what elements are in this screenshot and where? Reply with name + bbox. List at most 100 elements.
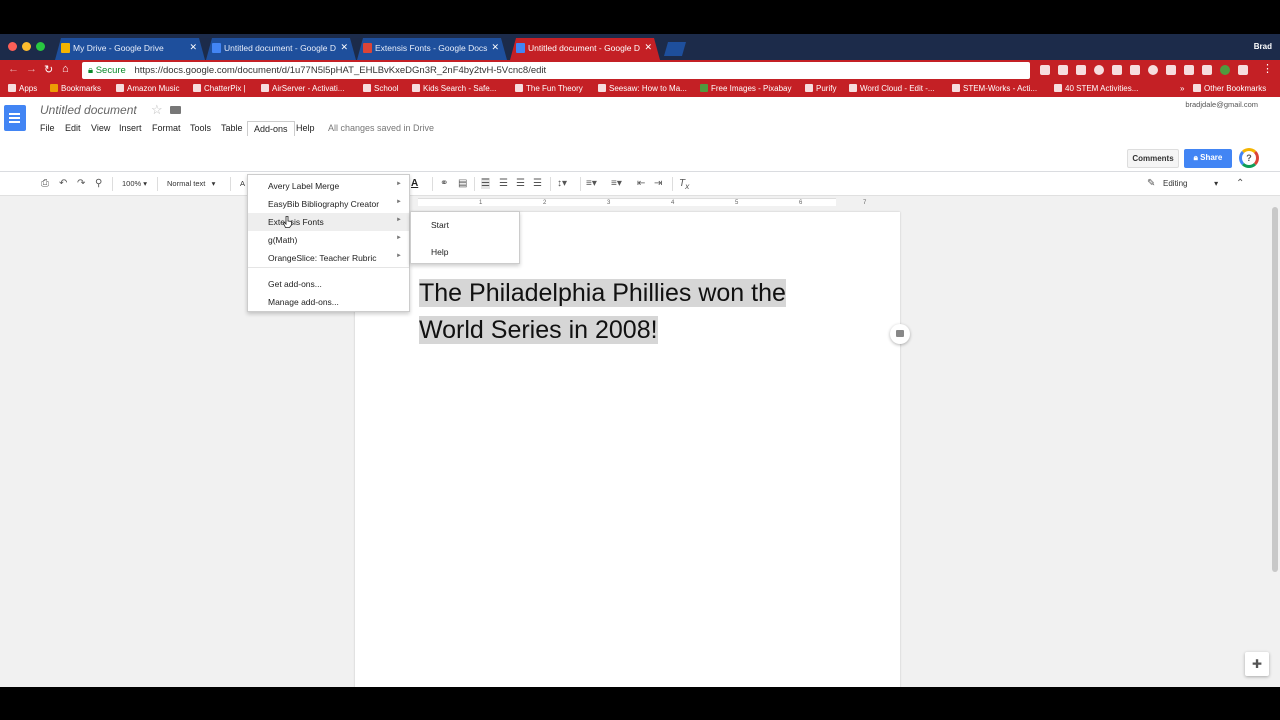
bookmark-item[interactable]: ChatterPix | xyxy=(193,84,246,93)
collapse-toolbar-icon[interactable]: ⌃ xyxy=(1236,178,1244,189)
menu-insert[interactable]: Insert xyxy=(113,121,148,135)
bookmark-item[interactable]: Free Images - Pixabay xyxy=(700,84,791,93)
bookmark-item[interactable]: Amazon Music xyxy=(116,84,179,93)
ruler-track[interactable]: 1 2 3 4 5 6 7 xyxy=(418,198,866,206)
style-select[interactable]: Normal text ▾ xyxy=(167,179,215,188)
menu-item-avery-label-merge[interactable]: Avery Label Merge ► xyxy=(248,177,409,195)
extension-icon[interactable] xyxy=(1166,65,1176,75)
clear-formatting-icon[interactable]: Tx xyxy=(679,178,689,191)
numbered-list-icon[interactable]: ≡▾ xyxy=(586,178,597,189)
bookmark-item[interactable]: Word Cloud - Edit -... xyxy=(849,84,935,93)
zoom-window-icon[interactable] xyxy=(36,42,45,51)
folder-icon[interactable] xyxy=(170,106,181,114)
decrease-indent-icon[interactable]: ⇤ xyxy=(637,178,645,189)
forward-icon[interactable]: → xyxy=(26,63,37,75)
share-button[interactable]: 🔒︎ Share xyxy=(1184,149,1232,168)
bookmark-star-icon[interactable] xyxy=(1094,65,1104,75)
menu-item-easybib[interactable]: EasyBib Bibliography Creator ► xyxy=(248,195,409,213)
bookmark-item[interactable]: 40 STEM Activities... xyxy=(1054,84,1138,93)
tab-untitled-doc-active[interactable]: Untitled document - Google D ✕ xyxy=(510,38,660,60)
tab-close-icon[interactable]: ✕ xyxy=(644,42,652,53)
align-center-icon[interactable]: ☰ xyxy=(499,178,508,189)
zoom-select[interactable]: 100% ▾ xyxy=(122,179,147,188)
extension-icon[interactable] xyxy=(1148,65,1158,75)
other-bookmarks[interactable]: Other Bookmarks xyxy=(1193,84,1266,93)
bookmark-item[interactable]: AirServer - Activati... xyxy=(261,84,344,93)
bulleted-list-icon[interactable]: ≡▾ xyxy=(611,178,622,189)
selected-text-line[interactable]: World Series in 2008! xyxy=(419,316,658,344)
menu-file[interactable]: File xyxy=(34,121,61,135)
extension-icon[interactable] xyxy=(1220,65,1230,75)
extension-icon[interactable] xyxy=(1202,65,1212,75)
add-comment-icon[interactable] xyxy=(890,324,910,344)
tab-my-drive[interactable]: My Drive - Google Drive ✕ xyxy=(55,38,205,60)
bookmark-item[interactable]: School xyxy=(363,84,398,93)
bookmark-item[interactable]: STEM-Works - Acti... xyxy=(952,84,1037,93)
bookmark-item[interactable]: The Fun Theory xyxy=(515,84,583,93)
help-icon[interactable]: ? xyxy=(1239,148,1259,168)
bookmark-apps[interactable]: Apps xyxy=(8,84,37,93)
redo-icon[interactable]: ↷ xyxy=(77,178,85,189)
menu-item-gmath[interactable]: g(Math) ► xyxy=(248,231,409,249)
menu-help[interactable]: Help xyxy=(290,121,321,135)
menu-tools[interactable]: Tools xyxy=(184,121,217,135)
close-window-icon[interactable] xyxy=(8,42,17,51)
reload-icon[interactable]: ↻ xyxy=(44,63,53,76)
tab-close-icon[interactable]: ✕ xyxy=(189,42,197,53)
bookmark-item[interactable]: Purify xyxy=(805,84,836,93)
back-icon[interactable]: ← xyxy=(8,63,19,75)
line-spacing-icon[interactable]: ↕▾ xyxy=(557,178,567,189)
bookmark-folder[interactable]: Bookmarks xyxy=(50,84,101,93)
explore-icon[interactable]: ✚ xyxy=(1245,652,1269,676)
minimize-window-icon[interactable] xyxy=(22,42,31,51)
tab-close-icon[interactable]: ✕ xyxy=(340,42,348,53)
text-color-icon[interactable]: A xyxy=(411,178,418,189)
submenu-item-start[interactable]: Start xyxy=(411,220,519,230)
extension-icon[interactable] xyxy=(1130,65,1140,75)
link-icon[interactable]: ⚭ xyxy=(440,178,448,189)
menu-table[interactable]: Table xyxy=(215,121,249,135)
align-right-icon[interactable]: ☰ xyxy=(516,178,525,189)
align-left-icon[interactable]: ☰ xyxy=(481,178,490,189)
account-email[interactable]: bradjdale@gmail.com xyxy=(1185,100,1258,109)
justify-icon[interactable]: ☰ xyxy=(533,178,542,189)
menu-edit[interactable]: Edit xyxy=(59,121,87,135)
extension-icon[interactable] xyxy=(1040,65,1050,75)
chrome-menu-icon[interactable]: ⋮ xyxy=(1262,62,1273,75)
submenu-item-help[interactable]: Help xyxy=(411,247,519,257)
extension-icon[interactable] xyxy=(1112,65,1122,75)
document-title[interactable]: Untitled document xyxy=(40,103,137,117)
scrollbar[interactable] xyxy=(1272,207,1278,572)
tab-extensis-fonts[interactable]: Extensis Fonts - Google Docs ✕ xyxy=(357,38,507,60)
undo-icon[interactable]: ↶ xyxy=(59,178,67,189)
bookmarks-overflow[interactable]: » xyxy=(1180,84,1184,93)
menu-item-orangeslice[interactable]: OrangeSlice: Teacher Rubric ► xyxy=(248,249,409,267)
extension-icon[interactable] xyxy=(1076,65,1086,75)
extension-icon[interactable] xyxy=(1238,65,1248,75)
bookmark-item[interactable]: Kids Search - Safe... xyxy=(412,84,496,93)
tab-untitled-doc-1[interactable]: Untitled document - Google D ✕ xyxy=(206,38,356,60)
tab-close-icon[interactable]: ✕ xyxy=(491,42,499,53)
star-icon[interactable]: ☆ xyxy=(151,102,163,118)
document-body[interactable]: The Philadelphia Phillies won the World … xyxy=(419,275,786,349)
comments-button[interactable]: Comments xyxy=(1127,149,1179,168)
save-status[interactable]: All changes saved in Drive xyxy=(328,123,434,133)
bookmark-item[interactable]: Seesaw: How to Ma... xyxy=(598,84,687,93)
menu-format[interactable]: Format xyxy=(146,121,187,135)
new-tab-button[interactable] xyxy=(664,42,686,56)
menu-item-get-add-ons[interactable]: Get add-ons... xyxy=(248,275,409,293)
home-icon[interactable]: ⌂ xyxy=(62,63,69,75)
increase-indent-icon[interactable]: ⇥ xyxy=(654,178,662,189)
address-bar[interactable]: 🔒︎ Secure https://docs.google.com/docume… xyxy=(82,62,1030,79)
menu-view[interactable]: View xyxy=(85,121,116,135)
extension-icon[interactable] xyxy=(1184,65,1194,75)
menu-item-extensis-fonts[interactable]: Extensis Fonts ► xyxy=(248,213,409,231)
menu-item-manage-add-ons[interactable]: Manage add-ons... xyxy=(248,293,409,311)
document-page[interactable]: The Philadelphia Phillies won the World … xyxy=(355,212,900,687)
print-icon[interactable]: ⎙ xyxy=(41,178,49,189)
docs-home-icon[interactable] xyxy=(4,105,26,131)
profile-name[interactable]: Brad xyxy=(1254,42,1272,51)
extension-icon[interactable] xyxy=(1058,65,1068,75)
paint-format-icon[interactable]: ⚲ xyxy=(95,178,102,189)
selected-text-line[interactable]: The Philadelphia Phillies won the xyxy=(419,279,786,307)
